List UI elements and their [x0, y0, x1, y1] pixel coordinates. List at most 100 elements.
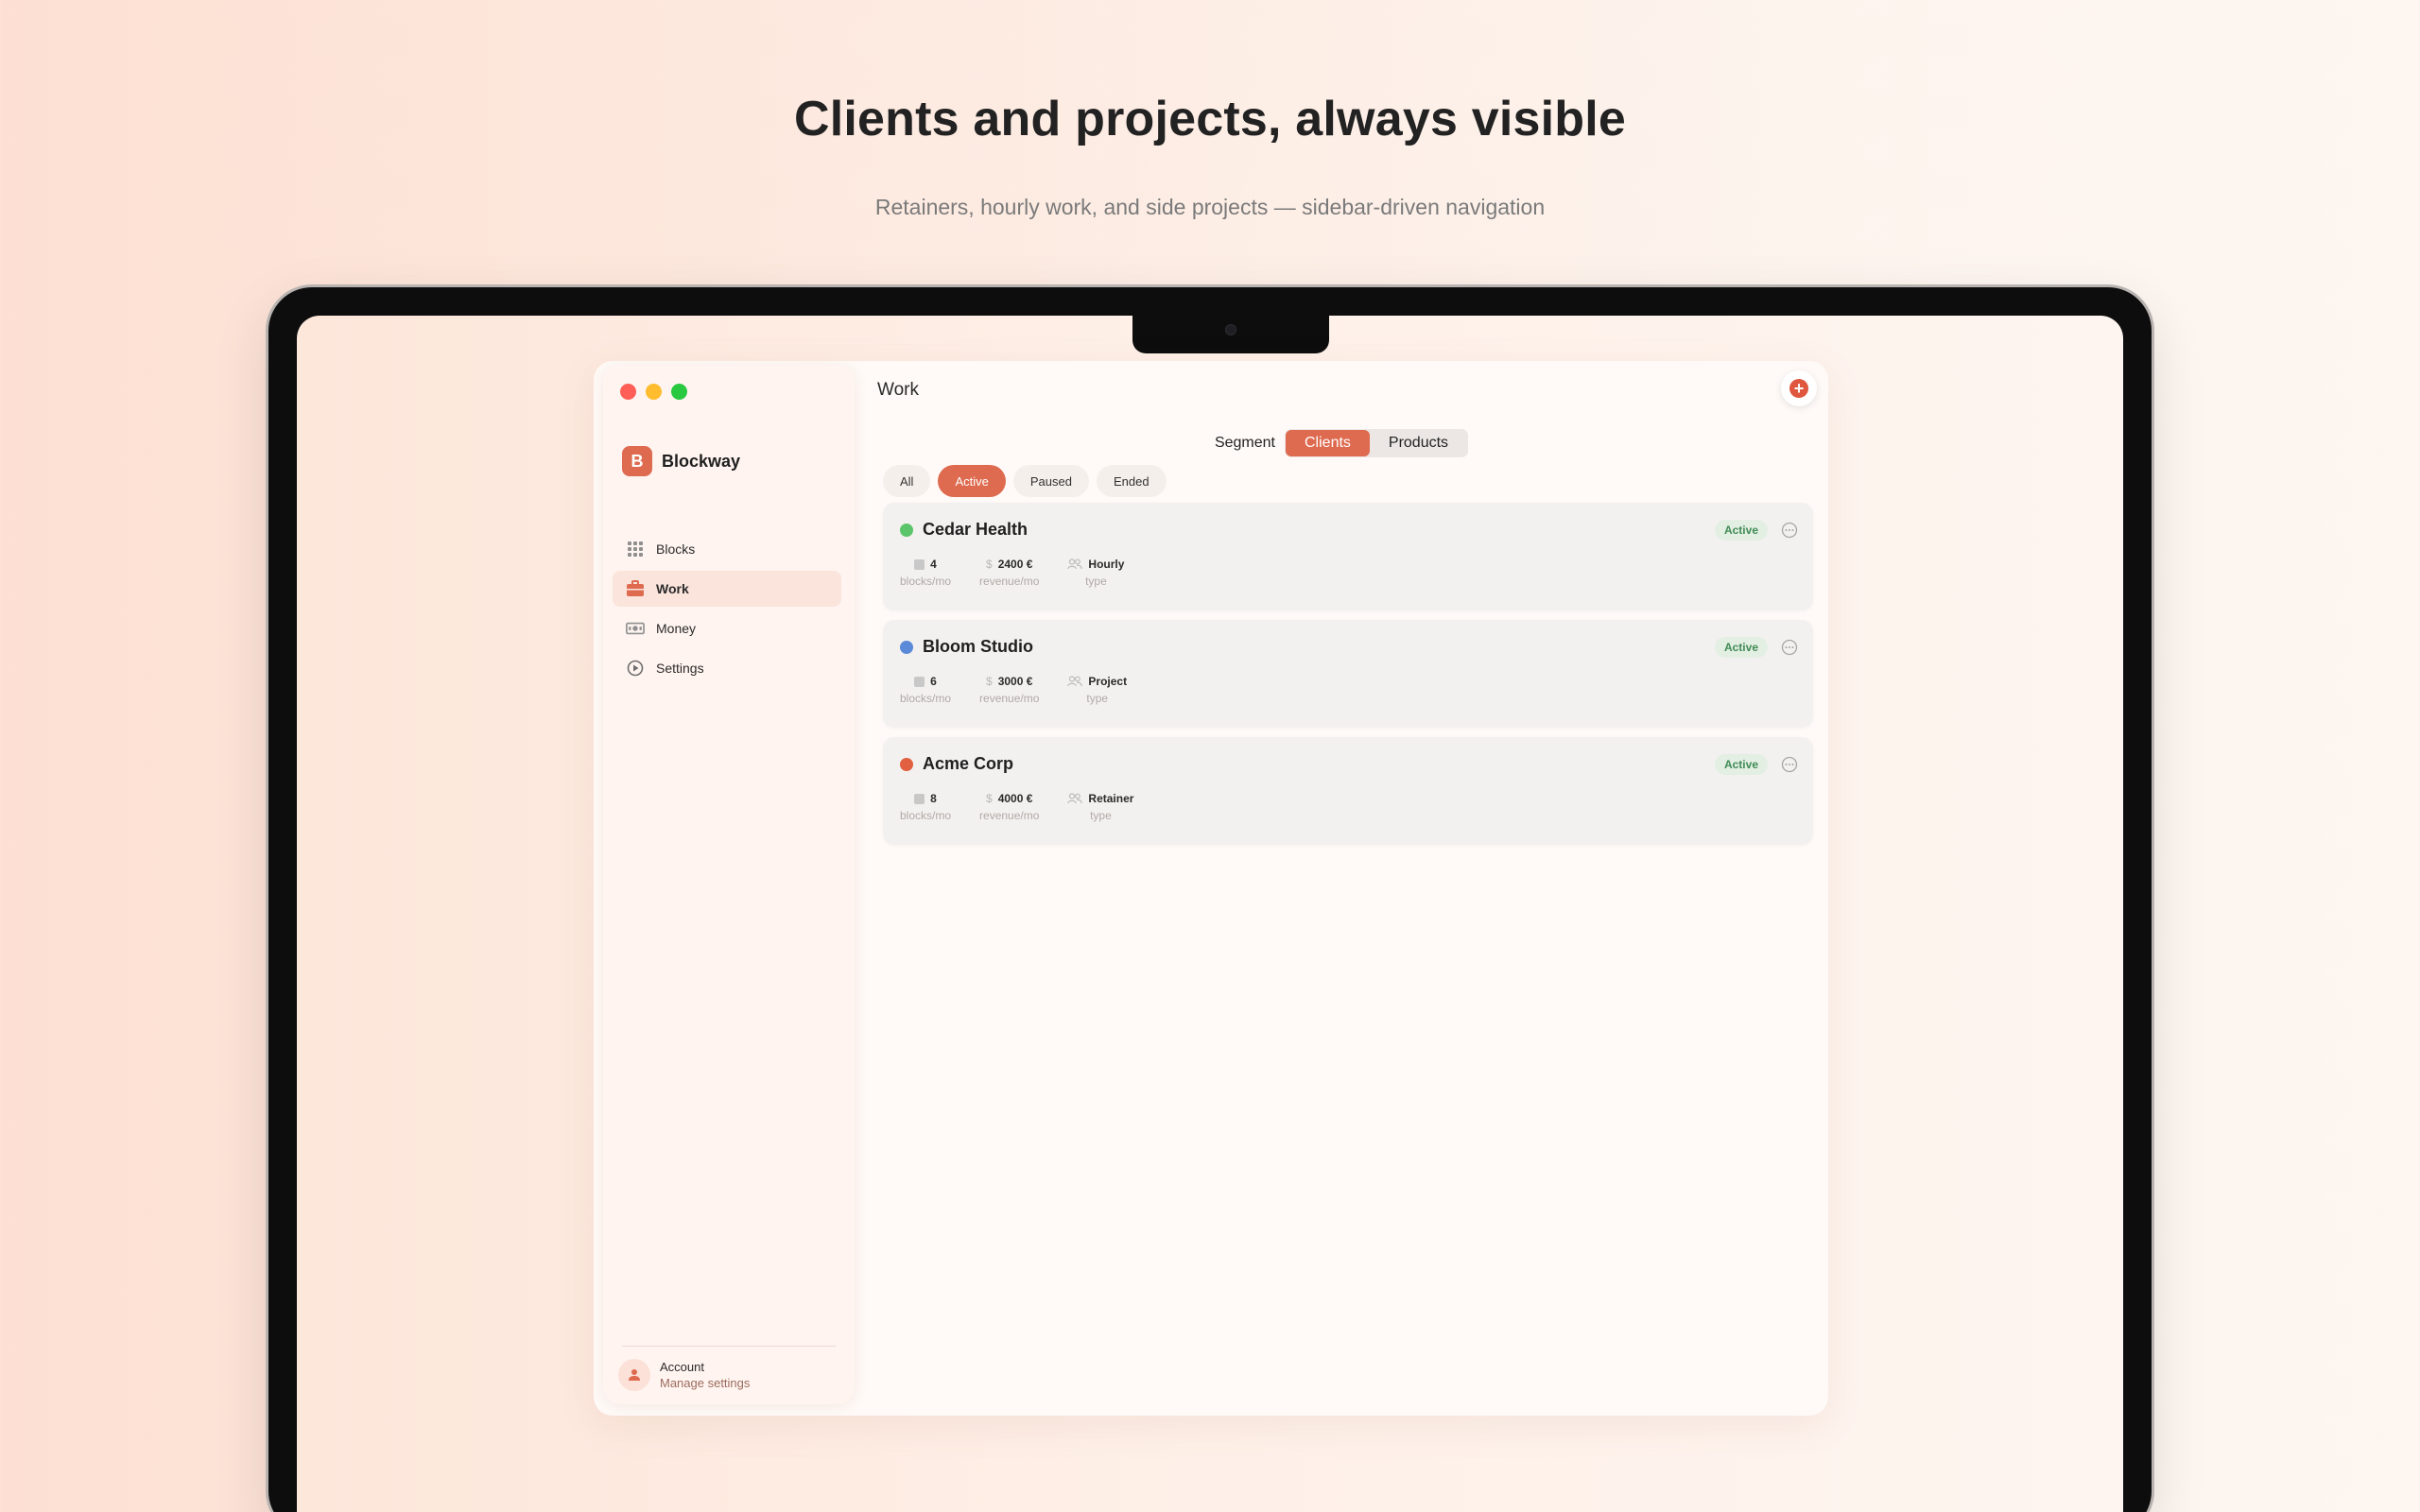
- sidebar-item-label: Work: [656, 581, 689, 596]
- plus-icon: +: [1789, 379, 1808, 398]
- hero-title: Clients and projects, always visible: [794, 92, 1626, 146]
- laptop-frame: B Blockway Blocks Work Money Settings Ac…: [268, 287, 2152, 1512]
- stat-revenue: $3000 € revenue/mo: [979, 675, 1039, 705]
- stat-value: 4000 €: [997, 792, 1033, 805]
- window-controls: [620, 384, 687, 400]
- stat-blocks: 8 blocks/mo: [900, 792, 951, 822]
- brand: B Blockway: [622, 446, 740, 476]
- stat-label: blocks/mo: [900, 692, 952, 705]
- stat-label: revenue/mo: [979, 575, 1040, 588]
- people-icon: [1067, 793, 1083, 804]
- sidebar-item-blocks[interactable]: Blocks: [613, 531, 841, 567]
- client-color-dot: [900, 641, 913, 654]
- client-stats: 8 blocks/mo $4000 € revenue/mo Retainer …: [900, 792, 1133, 822]
- camera-icon: [1225, 324, 1236, 335]
- client-stats: 6 blocks/mo $3000 € revenue/mo Project t…: [900, 675, 1127, 705]
- stat-value: Project: [1088, 675, 1128, 688]
- stat-value: 8: [930, 792, 937, 805]
- people-icon: [1067, 676, 1083, 687]
- stat-label: revenue/mo: [979, 809, 1040, 822]
- stat-blocks: 6 blocks/mo: [900, 675, 951, 705]
- sidebar-item-work[interactable]: Work: [613, 571, 841, 607]
- status-badge: Active: [1714, 637, 1768, 658]
- stat-value: 2400 €: [997, 558, 1033, 571]
- client-color-dot: [900, 758, 913, 771]
- people-icon: [1067, 558, 1083, 570]
- dollar-icon: $: [986, 558, 993, 571]
- client-name: Acme Corp: [923, 754, 1014, 773]
- page-title: Work: [877, 380, 919, 400]
- camera-notch: [1132, 316, 1329, 353]
- zoom-window-button[interactable]: [671, 384, 687, 400]
- main-content: Work + Segment Clients Products All Acti…: [855, 361, 1828, 1416]
- sidebar-item-label: Blocks: [656, 541, 696, 557]
- stat-label: type: [1090, 809, 1112, 822]
- client-name: Bloom Studio: [923, 637, 1033, 656]
- close-window-button[interactable]: [620, 384, 636, 400]
- stat-label: blocks/mo: [900, 809, 952, 822]
- more-options-icon[interactable]: [1781, 522, 1798, 539]
- stat-label: type: [1086, 692, 1109, 705]
- stat-value: 4: [930, 558, 937, 571]
- stat-value: 6: [930, 675, 937, 688]
- segment-clients[interactable]: Clients: [1286, 430, 1370, 456]
- banknote-icon: [626, 619, 645, 638]
- sidebar-item-label: Settings: [656, 661, 704, 676]
- account-subtitle: Manage settings: [660, 1376, 751, 1390]
- stat-type: Hourly type: [1067, 558, 1124, 588]
- briefcase-icon: [626, 579, 645, 598]
- add-button[interactable]: +: [1781, 370, 1817, 406]
- client-card[interactable]: Bloom Studio Active 6 blocks/mo $ 3000 €…: [883, 620, 1813, 728]
- avatar: [618, 1359, 650, 1391]
- grid-icon: [626, 540, 645, 558]
- stat-revenue: $4000 € revenue/mo: [979, 792, 1039, 822]
- hero-subtitle: Retainers, hourly work, and side project…: [874, 195, 1546, 219]
- stat-value: Hourly: [1088, 558, 1125, 571]
- person-icon: [629, 1369, 640, 1381]
- filter-all[interactable]: All: [883, 465, 931, 497]
- client-card[interactable]: Acme Corp Active 8 blocks/mo $ 4000 € re…: [883, 737, 1813, 845]
- client-stats: 4 blocks/mo $2400 € revenue/mo Hourly ty…: [900, 558, 1124, 588]
- stat-label: revenue/mo: [979, 692, 1040, 705]
- segment-products[interactable]: Products: [1370, 430, 1467, 456]
- stat-value: Retainer: [1088, 792, 1134, 805]
- dollar-icon: $: [986, 675, 993, 688]
- status-badge: Active: [1714, 520, 1768, 541]
- client-card[interactable]: Cedar Health Active 4 blocks/mo $ 2400 €…: [883, 503, 1813, 610]
- sidebar: B Blockway Blocks Work Money Settings Ac…: [603, 365, 855, 1404]
- stat-label: blocks/mo: [900, 575, 952, 588]
- status-filters: All Active Paused Ended: [883, 465, 1167, 497]
- laptop-screen: B Blockway Blocks Work Money Settings Ac…: [297, 316, 2123, 1512]
- client-name: Cedar Health: [923, 520, 1028, 539]
- sidebar-nav: Blocks Work Money Settings: [613, 531, 841, 690]
- account-name: Account: [660, 1360, 704, 1374]
- filter-ended[interactable]: Ended: [1096, 465, 1167, 497]
- minimize-window-button[interactable]: [646, 384, 662, 400]
- segment-group: Clients Products: [1285, 429, 1469, 457]
- sidebar-item-label: Money: [656, 621, 697, 636]
- segment-control: Segment Clients Products: [855, 429, 1828, 457]
- app-window: B Blockway Blocks Work Money Settings Ac…: [594, 361, 1828, 1416]
- play-circle-icon: [626, 659, 645, 678]
- sidebar-divider: [622, 1346, 836, 1347]
- stat-value: 3000 €: [997, 675, 1033, 688]
- brand-name: Blockway: [662, 451, 741, 471]
- filter-paused[interactable]: Paused: [1012, 465, 1089, 497]
- sidebar-item-settings[interactable]: Settings: [613, 650, 841, 686]
- more-options-icon[interactable]: [1781, 756, 1798, 773]
- stat-blocks: 4 blocks/mo: [900, 558, 951, 588]
- status-badge: Active: [1714, 754, 1768, 775]
- more-options-icon[interactable]: [1781, 639, 1798, 656]
- stat-type: Project type: [1067, 675, 1127, 705]
- stat-type: Retainer type: [1067, 792, 1133, 822]
- block-icon: [914, 676, 925, 687]
- block-icon: [914, 793, 925, 804]
- stat-revenue: $2400 € revenue/mo: [979, 558, 1039, 588]
- filter-active[interactable]: Active: [938, 465, 1006, 497]
- dollar-icon: $: [986, 792, 993, 805]
- account-button[interactable]: Account Manage settings: [618, 1359, 750, 1391]
- sidebar-item-money[interactable]: Money: [613, 610, 841, 646]
- brand-logo: B: [622, 446, 652, 476]
- segment-label: Segment: [1214, 435, 1275, 451]
- client-list: Cedar Health Active 4 blocks/mo $ 2400 €…: [883, 503, 1813, 854]
